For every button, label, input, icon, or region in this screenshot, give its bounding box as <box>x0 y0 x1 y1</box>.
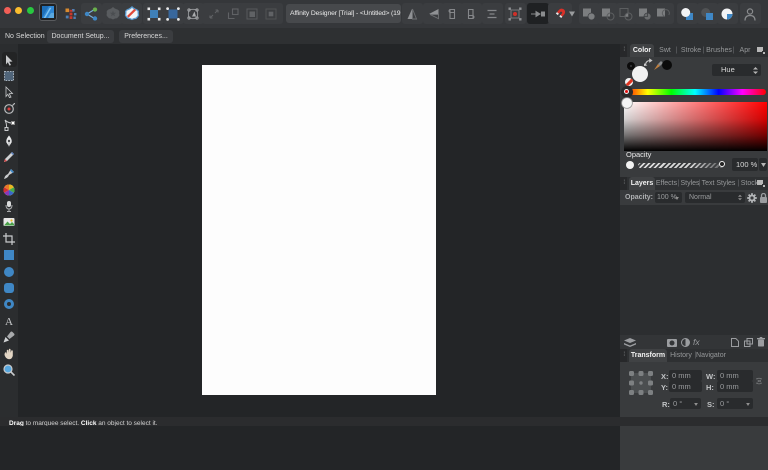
svg-text:A: A <box>5 316 13 327</box>
